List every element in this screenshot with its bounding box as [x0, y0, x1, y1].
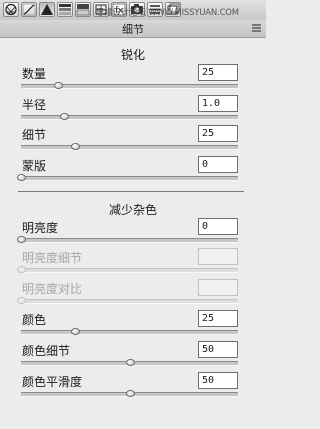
masking-slider-thumb[interactable]: [17, 174, 26, 181]
luminance-detail-label: 明亮度细节: [22, 251, 83, 265]
color-slider[interactable]: [21, 328, 238, 335]
amount-slider-thumb[interactable]: [53, 82, 63, 89]
luminance-contrast-slider: [17, 297, 238, 304]
detail-panel: fx 思缘设计论坛 WWW.MISSYUAN.COM 细节 锐化 数量 25 半…: [0, 0, 266, 429]
panel-menu-icon[interactable]: [252, 24, 261, 32]
detail-field[interactable]: 25: [198, 125, 238, 142]
luminance-slider[interactable]: [17, 236, 238, 243]
color-smoothness-slider-thumb[interactable]: [125, 390, 135, 397]
section-divider: [18, 191, 244, 192]
radius-slider[interactable]: [21, 113, 238, 120]
detail-slider[interactable]: [21, 143, 238, 150]
color-label: 颜色: [22, 313, 47, 327]
color-field[interactable]: 25: [198, 310, 238, 327]
color-slider-thumb[interactable]: [71, 328, 81, 335]
panel-header: 细节: [0, 20, 266, 38]
radius-slider-thumb[interactable]: [60, 113, 70, 120]
panel-toolbar: fx 思缘设计论坛 WWW.MISSYUAN.COM: [0, 0, 266, 21]
masking-field[interactable]: 0: [198, 156, 238, 173]
detail-triangle-icon[interactable]: [39, 2, 55, 17]
amount-field[interactable]: 25: [198, 64, 238, 81]
masking-label: 蒙版: [22, 159, 47, 173]
amount-label: 数量: [22, 67, 47, 81]
color-smoothness-slider[interactable]: [21, 390, 238, 397]
masking-slider[interactable]: [17, 174, 238, 181]
luminance-detail-slider: [17, 266, 238, 273]
color-detail-field[interactable]: 50: [198, 341, 238, 358]
luminance-detail-field: [198, 248, 238, 265]
luminance-contrast-slider-thumb: [17, 297, 26, 304]
color-smoothness-label: 颜色平滑度: [22, 375, 83, 389]
sharpening-title: 锐化: [120, 48, 145, 62]
luminance-contrast-field: [198, 279, 238, 296]
color-detail-label: 颜色细节: [22, 344, 71, 358]
detail-slider-thumb[interactable]: [71, 143, 81, 150]
color-smoothness-field[interactable]: 50: [198, 372, 238, 389]
amount-slider[interactable]: [21, 82, 238, 89]
panel-title: 细节: [122, 23, 144, 36]
watermark-text: 思缘设计论坛 WWW.MISSYUAN.COM: [96, 8, 239, 18]
luminance-contrast-label: 明亮度对比: [22, 282, 83, 296]
detail-label: 细节: [22, 128, 47, 142]
hsl-icon[interactable]: [57, 2, 73, 17]
color-detail-slider-thumb[interactable]: [125, 359, 135, 366]
radius-field[interactable]: 1.0: [198, 95, 238, 112]
luminance-field[interactable]: 0: [198, 218, 238, 235]
split-toning-icon[interactable]: [75, 2, 91, 17]
color-detail-slider[interactable]: [21, 359, 238, 366]
luminance-label: 明亮度: [22, 221, 59, 235]
radius-label: 半径: [22, 98, 47, 112]
noise-reduction-title: 减少杂色: [108, 203, 157, 217]
luminance-slider-thumb[interactable]: [17, 236, 26, 243]
aperture-icon[interactable]: [3, 2, 19, 17]
luminance-detail-slider-thumb: [17, 266, 26, 273]
tone-curve-icon[interactable]: [21, 2, 37, 17]
